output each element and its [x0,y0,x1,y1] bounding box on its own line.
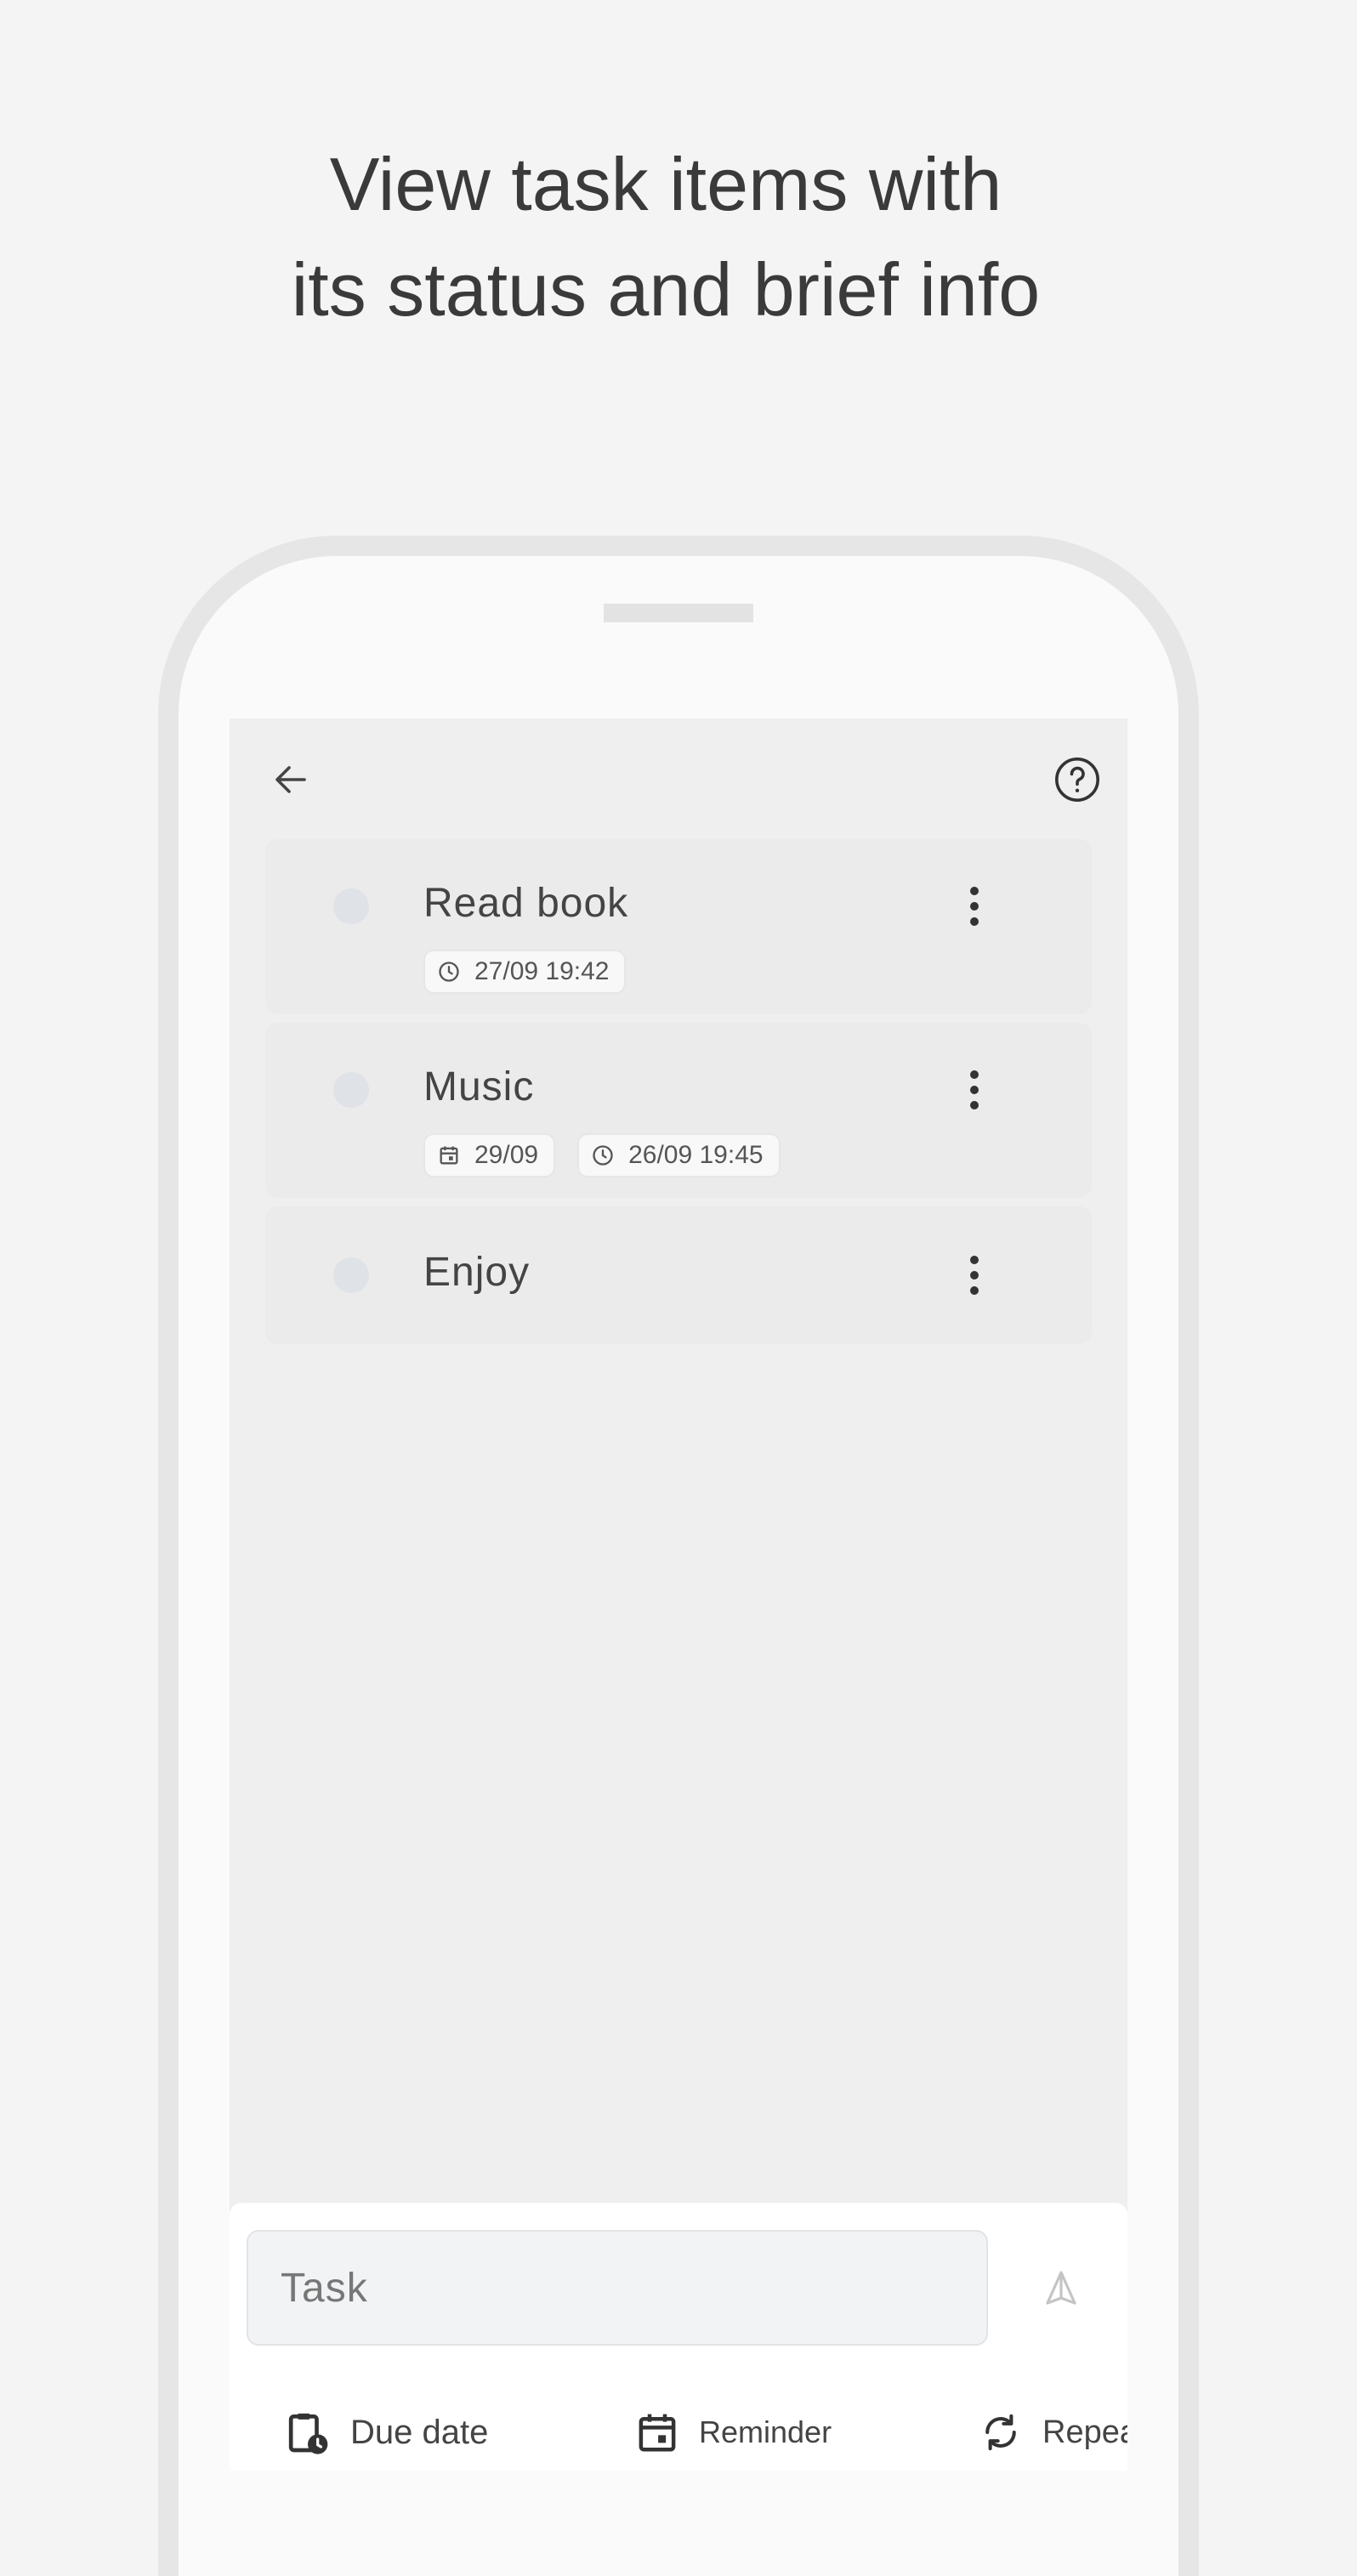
task-more-button[interactable] [951,877,998,936]
task-status-checkbox[interactable] [333,888,369,924]
clipboard-clock-icon [288,2413,328,2454]
task-title: Enjoy [423,1250,531,1295]
task-chips: 29/09 26/09 19:45 [423,1133,781,1177]
chip-text: 29/09 [474,1141,539,1169]
calendar-event-icon [639,2414,676,2452]
reminder-label: Reminder [699,2414,832,2449]
task-status-checkbox[interactable] [333,1257,369,1293]
calendar-icon [437,1143,461,1167]
more-vertical-icon [970,1256,979,1295]
task-more-button[interactable] [951,1060,998,1120]
task-title: Read book [423,881,629,926]
task-composer: Due date Reminder Repeat [230,2203,1127,2471]
reminder-chip[interactable]: 27/09 19:42 [423,950,627,994]
headline: View task items with its status and brie… [0,132,1331,343]
task-item[interactable]: Read book 27/09 19:42 [265,839,1092,1014]
clock-icon [437,960,461,984]
due-date-button[interactable]: Due date [284,2400,488,2465]
clock-icon [591,1143,615,1167]
headline-line-2: its status and brief info [291,247,1041,332]
help-button[interactable] [1048,751,1106,809]
phone-speaker [604,604,753,622]
headline-line-1: View task items with [329,142,1002,226]
app-screen: Read book 27/09 19:42 Music 29/09 26/09 … [230,718,1127,2471]
reminder-button[interactable]: Reminder [634,2400,832,2465]
more-vertical-icon [970,1070,979,1109]
send-icon [1046,2271,1076,2305]
task-chips: 27/09 19:42 [423,950,627,994]
task-item[interactable]: Music 29/09 26/09 19:45 [265,1023,1092,1198]
arrow-left-icon [275,766,306,793]
chip-text: 26/09 19:45 [628,1141,764,1169]
task-item[interactable]: Enjoy [265,1206,1092,1344]
task-title: Music [423,1064,535,1109]
repeat-button[interactable]: Repeat [978,2400,1127,2465]
help-circle-icon [1055,757,1099,802]
back-button[interactable] [264,752,318,807]
send-button[interactable] [1029,2255,1093,2320]
repeat-icon [985,2414,1016,2451]
reminder-chip[interactable]: 26/09 19:45 [577,1133,781,1177]
task-input[interactable] [247,2230,988,2346]
task-more-button[interactable] [951,1245,998,1305]
due-date-chip[interactable]: 29/09 [423,1133,556,1177]
repeat-label: Repeat [1042,2414,1127,2450]
more-vertical-icon [970,887,979,926]
chip-text: 27/09 19:42 [474,957,610,985]
task-status-checkbox[interactable] [333,1072,369,1108]
due-date-label: Due date [350,2413,489,2451]
